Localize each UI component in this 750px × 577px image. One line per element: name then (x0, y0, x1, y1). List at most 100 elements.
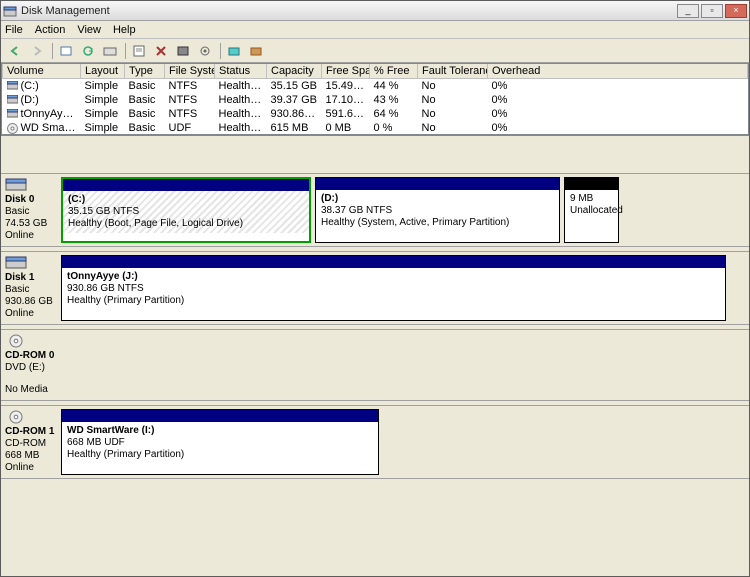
disk-state: Online (5, 230, 57, 242)
partition-status: Healthy (Boot, Page File, Logical Drive) (68, 218, 304, 230)
partition-body: (C:)35.15 GB NTFSHealthy (Boot, Page Fil… (63, 191, 309, 233)
col-volume[interactable]: Volume (3, 64, 81, 79)
volume-name: (D:) (21, 94, 39, 106)
volume-row[interactable]: tOnnyAyye (...SimpleBasicNTFSHealthy (P.… (3, 107, 748, 121)
col-fault[interactable]: Fault Tolerance (418, 64, 488, 79)
close-button[interactable]: × (725, 4, 747, 18)
volume-icon (7, 123, 18, 132)
col-pct[interactable]: % Free (370, 64, 418, 79)
partition-header (565, 178, 618, 190)
disk-map: Disk 0Basic74.53 GBOnline(C:)35.15 GB NT… (1, 173, 749, 576)
disk-info[interactable]: CD-ROM 1CD-ROM668 MBOnline (1, 406, 61, 478)
refresh-button[interactable] (78, 41, 98, 61)
forward-button[interactable] (27, 41, 47, 61)
partition-status: Unallocated (570, 205, 613, 217)
volume-row[interactable]: WD SmartWare (I:)SimpleBasicUDFHealthy (… (3, 121, 748, 135)
maximize-button[interactable]: ▫ (701, 4, 723, 18)
toolbar-btn-4[interactable] (224, 41, 244, 61)
disk-state: No Media (5, 384, 57, 396)
col-status[interactable]: Status (215, 64, 267, 79)
partition-title: (D:) (321, 193, 554, 205)
toolbar (1, 39, 749, 63)
volume-fault: No (418, 79, 488, 93)
partition-header (62, 410, 378, 422)
volume-over: 0% (488, 121, 748, 135)
titlebar[interactable]: Disk Management _ ▫ × (1, 1, 749, 21)
volume-capacity: 39.37 GB (267, 93, 322, 107)
volume-free: 15.49 GB (322, 79, 370, 93)
partition-sub: 930.86 GB NTFS (67, 283, 720, 295)
partition[interactable]: WD SmartWare (I:)668 MB UDFHealthy (Prim… (61, 409, 379, 475)
partition-sub: 9 MB (570, 193, 613, 205)
disk-row: Disk 1Basic930.86 GBOnlinetOnnyAyye (J:)… (1, 251, 749, 325)
disk-label: Disk 0 (5, 194, 57, 206)
delete-button[interactable] (151, 41, 171, 61)
volume-name: WD SmartWare (I:) (21, 122, 81, 134)
volume-name: tOnnyAyye (... (21, 108, 81, 120)
settings-button[interactable] (195, 41, 215, 61)
volume-layout: Simple (81, 79, 125, 93)
volume-icon (7, 95, 18, 104)
volume-capacity: 615 MB (267, 121, 322, 135)
toolbar-btn-1[interactable] (56, 41, 76, 61)
disk-kind: CD-ROM (5, 438, 57, 450)
disk-icon (5, 178, 27, 192)
partition-lane: (C:)35.15 GB NTFSHealthy (Boot, Page Fil… (61, 174, 749, 246)
disk-icon (5, 256, 27, 270)
partition-status: Healthy (Primary Partition) (67, 449, 373, 461)
partition[interactable]: (C:)35.15 GB NTFSHealthy (Boot, Page Fil… (61, 177, 311, 243)
disk-row: CD-ROM 1CD-ROM668 MBOnlineWD SmartWare (… (1, 405, 749, 479)
volume-pct: 44 % (370, 79, 418, 93)
col-fs[interactable]: File System (165, 64, 215, 79)
volume-row[interactable]: (C:)SimpleBasicNTFSHealthy (B...35.15 GB… (3, 79, 748, 93)
toolbar-btn-3[interactable] (173, 41, 193, 61)
volume-list[interactable]: Volume Layout Type File System Status Ca… (1, 63, 749, 135)
menu-view[interactable]: View (77, 24, 101, 36)
menubar: File Action View Help (1, 21, 749, 39)
partition[interactable]: tOnnyAyye (J:)930.86 GB NTFSHealthy (Pri… (61, 255, 726, 321)
partition-sub: 35.15 GB NTFS (68, 206, 304, 218)
back-button[interactable] (5, 41, 25, 61)
volume-over: 0% (488, 107, 748, 121)
volume-row[interactable]: (D:)SimpleBasicNTFSHealthy (S...39.37 GB… (3, 93, 748, 107)
volume-type: Basic (125, 93, 165, 107)
disk-info[interactable]: Disk 1Basic930.86 GBOnline (1, 252, 61, 324)
partition[interactable]: 9 MBUnallocated (564, 177, 619, 243)
disk-size: 74.53 GB (5, 218, 57, 230)
volume-fs: UDF (165, 121, 215, 135)
toolbar-btn-5[interactable] (246, 41, 266, 61)
volume-capacity: 930.86 GB (267, 107, 322, 121)
disk-row: CD-ROM 0DVD (E:)No Media (1, 329, 749, 401)
splitter[interactable] (1, 135, 749, 173)
volume-layout: Simple (81, 107, 125, 121)
menu-action[interactable]: Action (35, 24, 66, 36)
partition-title: (C:) (68, 194, 304, 206)
disk-icon (5, 410, 27, 424)
volume-pct: 64 % (370, 107, 418, 121)
disk-info[interactable]: Disk 0Basic74.53 GBOnline (1, 174, 61, 246)
menu-file[interactable]: File (5, 24, 23, 36)
volume-icon (7, 109, 18, 118)
minimize-button[interactable]: _ (677, 4, 699, 18)
partition-title: WD SmartWare (I:) (67, 425, 373, 437)
disk-kind: Basic (5, 284, 57, 296)
partition-body: 9 MBUnallocated (565, 190, 618, 220)
column-header-row[interactable]: Volume Layout Type File System Status Ca… (3, 64, 748, 79)
col-over[interactable]: Overhead (488, 64, 748, 79)
volume-fault: No (418, 121, 488, 135)
toolbar-btn-2[interactable] (100, 41, 120, 61)
col-layout[interactable]: Layout (81, 64, 125, 79)
col-capacity[interactable]: Capacity (267, 64, 322, 79)
disk-info[interactable]: CD-ROM 0DVD (E:)No Media (1, 330, 61, 400)
partition-status: Healthy (System, Active, Primary Partiti… (321, 217, 554, 229)
menu-help[interactable]: Help (113, 24, 136, 36)
partition[interactable]: (D:)38.37 GB NTFSHealthy (System, Active… (315, 177, 560, 243)
disk-size: 930.86 GB (5, 296, 57, 308)
properties-button[interactable] (129, 41, 149, 61)
volume-icon (7, 81, 18, 90)
col-type[interactable]: Type (125, 64, 165, 79)
col-free[interactable]: Free Spa... (322, 64, 370, 79)
partition-sub: 38.37 GB NTFS (321, 205, 554, 217)
volume-free: 17.10 GB (322, 93, 370, 107)
volume-fault: No (418, 93, 488, 107)
